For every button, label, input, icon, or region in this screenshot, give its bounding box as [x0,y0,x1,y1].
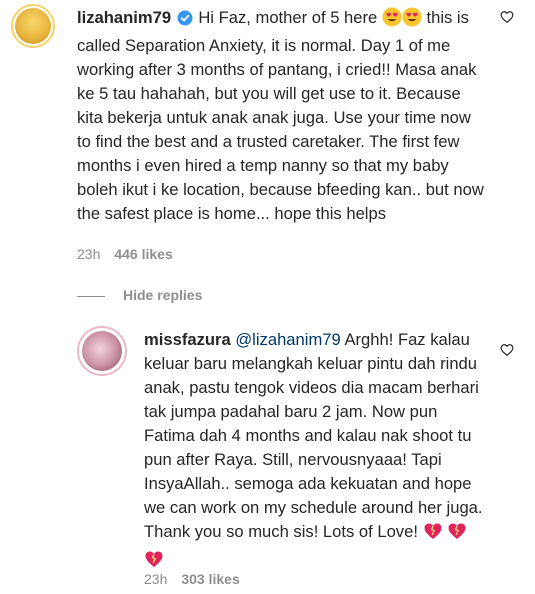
comment-body: Arghh! Faz kalau keluar baru melangkah k… [144,330,483,541]
avatar[interactable] [11,4,55,48]
username[interactable]: missfazura [144,330,231,349]
hide-replies-button[interactable]: Hide replies [77,286,202,304]
heart-eyes-emoji [402,7,422,34]
comment-text: lizahanim79 Hi Faz, mother of 5 here thi… [77,6,485,226]
divider-line [77,295,105,297]
sparkling-heart-emoji [423,521,443,548]
username[interactable]: lizahanim79 [77,8,171,27]
likes-count[interactable]: 303 likes [181,571,239,587]
comment-body-rest: this is called Separation Anxiety, it is… [77,8,484,223]
comment-time[interactable]: 23h [77,246,100,262]
verified-badge-icon [177,9,193,33]
likes-count[interactable]: 446 likes [114,246,172,262]
avatar[interactable] [77,326,127,376]
like-heart-icon[interactable] [500,343,514,362]
hide-replies-label: Hide replies [123,287,203,303]
comment-meta: 23h 446 likes [77,245,173,263]
mention-link[interactable]: @lizahanim79 [235,330,340,349]
heart-eyes-emoji [382,7,402,34]
comment-body-start: Hi Faz, mother of 5 here [198,8,378,27]
comment-meta: 23h 303 likes [144,570,240,588]
comment-text: missfazura @lizahanim79 Arghh! Faz kalau… [144,328,489,576]
comment-time[interactable]: 23h [144,571,167,587]
sparkling-heart-emoji [447,521,467,548]
like-heart-icon[interactable] [500,10,514,29]
